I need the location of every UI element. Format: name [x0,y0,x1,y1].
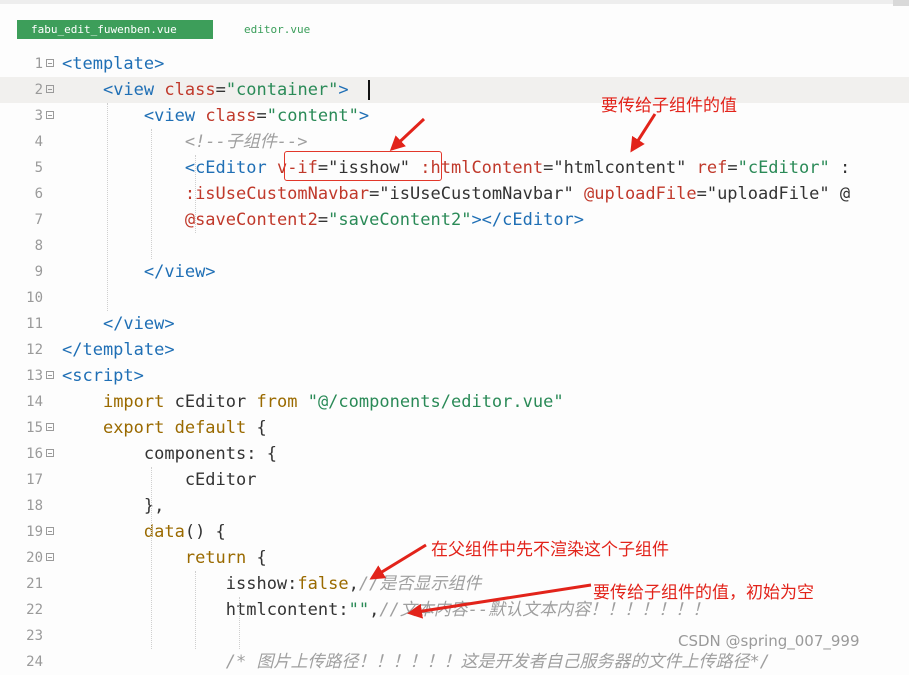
arrow-to-v-if [389,117,426,152]
arrow-to-htmlcontent [630,113,657,153]
annotation-do-not-render: 在父组件中先不渲染这个子组件 [431,540,669,560]
arrow-to-isshow-false [369,543,427,580]
text-cursor [368,80,370,100]
annotation-arrows [369,113,657,619]
annotation-pass-to-child: 要传给子组件的值 [601,96,737,116]
csdn-watermark: CSDN @spring_007_999 [678,632,860,650]
annotation-initially-empty: 要传给子组件的值，初始为空 [593,583,814,603]
arrow-to-htmlcontent-empty [407,583,592,619]
v-if-highlight-box [284,151,442,181]
